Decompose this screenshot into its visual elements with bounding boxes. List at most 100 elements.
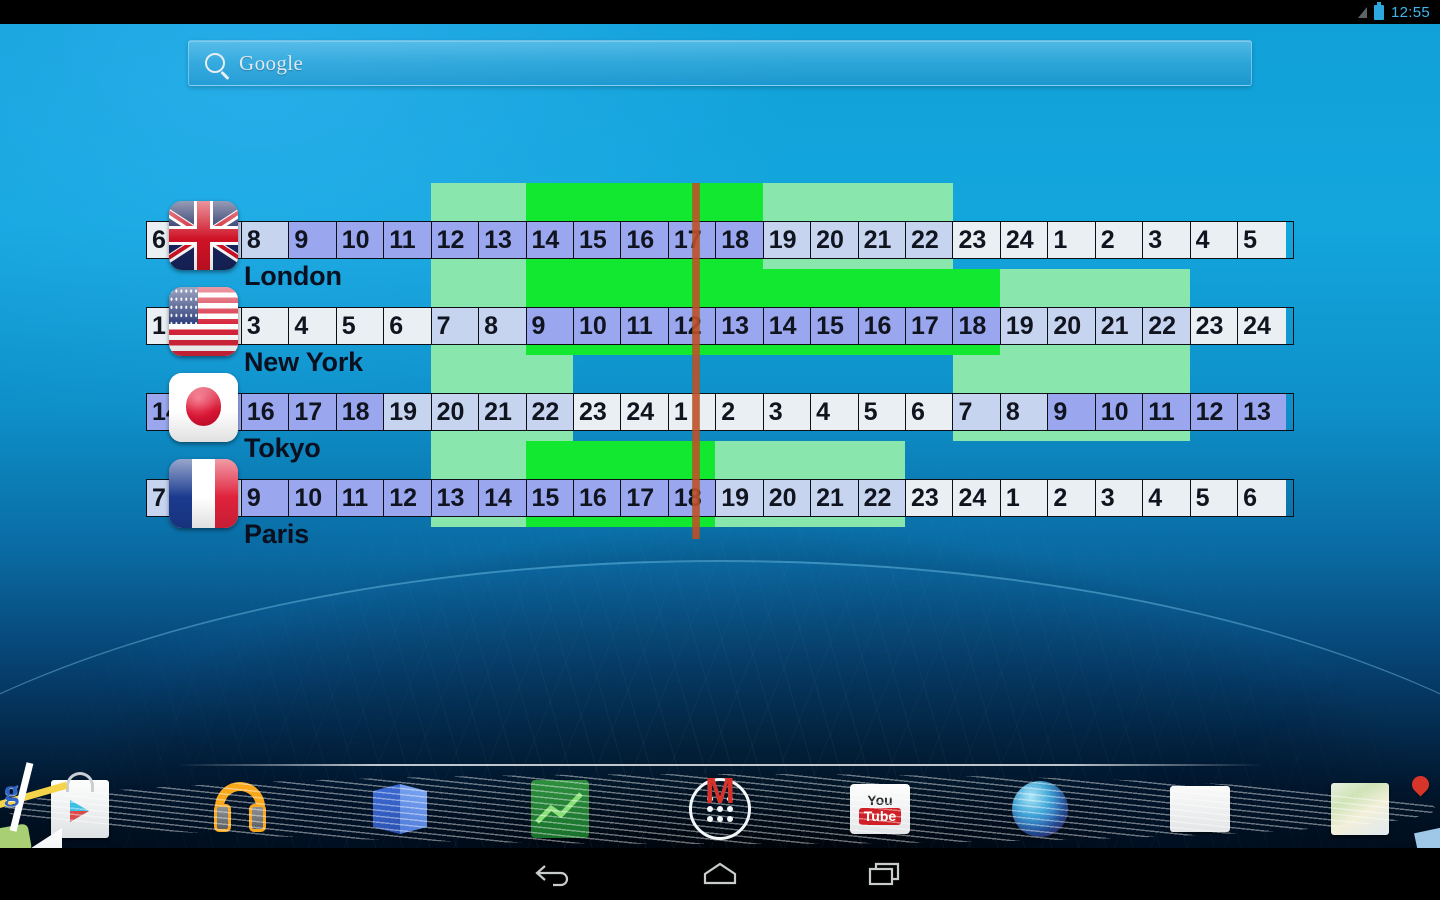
city-label: New York [244,347,363,377]
hour-cell: 16 [858,308,906,344]
hour-cell: 18 [336,394,385,430]
hour-cell: 23 [906,480,954,516]
hour-cell: 11 [336,480,385,516]
signal-triangle-icon [1357,6,1367,18]
hour-cell: 4 [289,308,337,344]
hour-cell: 7 [431,308,480,344]
hour-cell: 13 [431,480,480,516]
hour-cell: 10 [1095,394,1144,430]
recents-button[interactable] [863,857,909,891]
timezone-row[interactable]: 678910111213141516171819202122232412345L… [146,183,1294,291]
hour-cell: 16 [621,222,669,258]
hour-cell: 23 [953,222,1001,258]
hour-cell: 11 [1143,394,1191,430]
hour-cell: 9 [1048,394,1096,430]
search-input-placeholder[interactable]: Google [239,51,303,76]
hour-cell: 8 [241,222,290,258]
hour-cell: 22 [858,480,906,516]
hour-cell: 10 [336,222,385,258]
city-label: Paris [244,519,310,549]
hour-cell: 3 [1143,222,1191,258]
hour-cells: 123456789101112131415161718192021222324 [146,307,1294,345]
hour-cell: 14 [479,480,527,516]
hour-cell: 1 [1000,480,1049,516]
hour-cell: 5 [1190,480,1239,516]
hour-cell: 9 [289,222,337,258]
hour-cell: 9 [526,308,574,344]
hour-cell: 5 [858,394,906,430]
hour-cell: 9 [241,480,290,516]
hour-cell: 4 [1190,222,1239,258]
hour-cell: 21 [1095,308,1144,344]
france-flag-icon[interactable] [169,459,238,528]
hour-cell: 6 [384,308,432,344]
hour-cell: 19 [1000,308,1049,344]
hour-cell: 2 [716,394,764,430]
battery-icon [1373,1,1384,20]
hour-cell: 17 [621,480,669,516]
hour-cell: 20 [1048,308,1096,344]
hour-cell: 22 [526,394,574,430]
hour-cell: 19 [716,480,764,516]
hour-cell: 2 [1095,222,1144,258]
us-flag-icon[interactable] [169,287,238,356]
hour-cell: 20 [763,480,812,516]
hour-cell: 10 [289,480,337,516]
hour-cell: 21 [811,480,859,516]
hour-cell: 24 [621,394,669,430]
hour-cell: 11 [621,308,669,344]
hour-cell: 17 [289,394,337,430]
hour-cell: 7 [953,394,1001,430]
hour-cell: 23 [573,394,622,430]
hour-cells: 678910111213141516171819202122232412345 [146,221,1294,259]
status-bar: 12:55 [0,0,1440,24]
hour-cell: 4 [811,394,859,430]
hour-cell: 17 [906,308,954,344]
google-search-widget[interactable]: Google [188,40,1252,86]
hour-cell: 14 [763,308,812,344]
hour-cell: 19 [763,222,812,258]
hour-cell: 22 [1143,308,1191,344]
hour-cell: 20 [811,222,859,258]
current-time-marker [691,183,700,539]
uk-flag-icon[interactable] [169,201,238,270]
hour-cell: 5 [336,308,385,344]
hour-cell: 12 [384,480,432,516]
hour-cell: 12 [431,222,480,258]
dock-item-browser[interactable] [960,770,1120,848]
hour-cell: 2 [1048,480,1096,516]
hour-cell: 20 [431,394,480,430]
hour-cell: 8 [479,308,527,344]
status-bar-clock: 12:55 [1390,3,1430,21]
navigation-bar [0,848,1440,900]
hour-cell: 24 [1000,222,1049,258]
hour-cell: 8 [1000,394,1049,430]
hour-cell: 16 [241,394,290,430]
hour-cell: 15 [573,222,622,258]
hour-cell: 21 [858,222,906,258]
hour-cell: 3 [241,308,290,344]
hour-cell: 13 [1238,394,1286,430]
hour-cell: 14 [526,222,574,258]
japan-flag-icon[interactable] [169,373,238,442]
hour-cell: 12 [1190,394,1239,430]
favorites-dock: You Tube M g [0,762,1440,868]
hour-cell: 6 [906,394,954,430]
world-clock-widget[interactable]: 678910111213141516171819202122232412345L… [146,183,1294,549]
hour-cell: 15 [811,308,859,344]
hour-cell: 19 [384,394,432,430]
hour-cell: 11 [384,222,432,258]
hour-cell: 5 [1238,222,1286,258]
hour-cell: 22 [906,222,954,258]
hour-cell: 15 [526,480,574,516]
hour-cell: 13 [479,222,527,258]
browser-icon[interactable] [1012,781,1068,837]
hour-cell: 6 [1238,480,1286,516]
hour-cell: 23 [1190,308,1239,344]
back-button[interactable] [531,857,577,891]
city-label: Tokyo [244,433,321,463]
home-button[interactable] [697,857,743,891]
hour-cell: 3 [1095,480,1144,516]
hour-cell: 16 [573,480,622,516]
hour-cell: 4 [1143,480,1191,516]
